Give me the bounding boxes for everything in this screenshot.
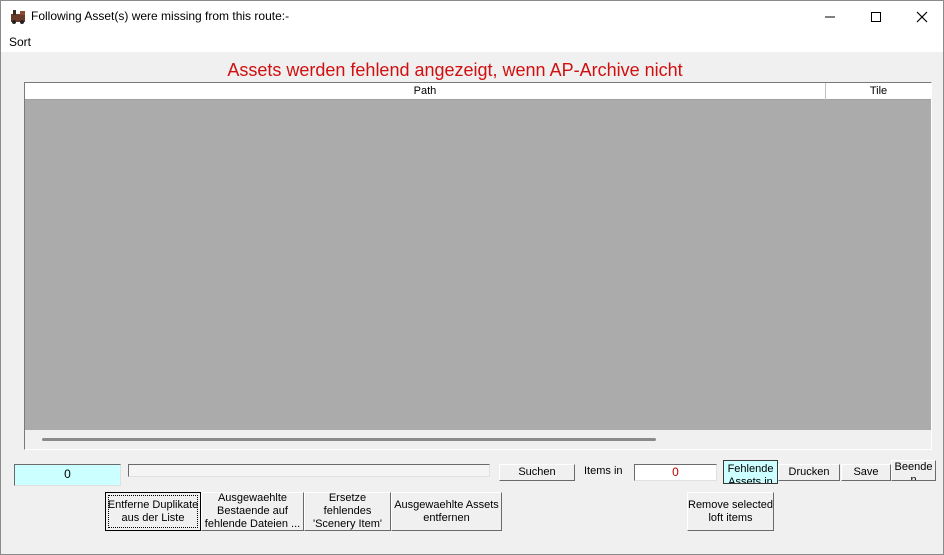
close-button[interactable] bbox=[899, 1, 943, 32]
remove-selected-assets-label: Ausgewaehlte Assets entfernen bbox=[394, 498, 499, 524]
save-button-label: Save bbox=[853, 466, 879, 478]
items-in-label: Items in ... bbox=[584, 465, 623, 483]
client-area: Assets werden fehlend angezeigt, wenn AP… bbox=[1, 52, 943, 554]
items-count-field: 0 bbox=[634, 464, 717, 481]
close-icon bbox=[916, 11, 928, 22]
maximize-button[interactable] bbox=[853, 1, 899, 32]
menu-bar: Sort bbox=[1, 32, 943, 52]
remove-duplicates-label: Entferne Duplikate aus der Liste bbox=[107, 498, 199, 524]
title-bar: Following Asset(s) were missing from thi… bbox=[1, 1, 943, 32]
train-icon bbox=[11, 10, 25, 24]
exit-button-label: Beende n bbox=[894, 461, 933, 481]
missing-assets-list[interactable]: Path Tile bbox=[24, 82, 932, 450]
save-button[interactable]: Save bbox=[841, 464, 891, 481]
column-header-tile[interactable]: Tile bbox=[826, 83, 931, 100]
replace-scenery-item-button[interactable]: Ersetze fehlendes 'Scenery Item' bbox=[304, 492, 391, 531]
maximize-icon bbox=[871, 11, 881, 22]
print-button-label: Drucken bbox=[788, 466, 830, 478]
remove-selected-assets-button[interactable]: Ausgewaehlte Assets entfernen bbox=[391, 492, 502, 531]
list-header: Path Tile bbox=[25, 83, 931, 100]
minimize-button[interactable] bbox=[807, 1, 853, 32]
missing-assets-in-button[interactable]: Fehlende Assets in bbox=[723, 460, 778, 484]
scrollbar-thumb[interactable] bbox=[42, 438, 656, 441]
remove-duplicates-button[interactable]: Entferne Duplikate aus der Liste bbox=[105, 492, 201, 531]
remove-loft-items-button[interactable]: Remove selected loft items bbox=[687, 492, 774, 531]
horizontal-scrollbar[interactable] bbox=[25, 430, 931, 449]
missing-assets-window: Following Asset(s) were missing from thi… bbox=[0, 0, 944, 555]
count-field: 0 bbox=[14, 464, 121, 486]
search-button-label: Suchen bbox=[518, 466, 556, 478]
window-title: Following Asset(s) were missing from thi… bbox=[31, 9, 290, 23]
column-header-path[interactable]: Path bbox=[25, 83, 826, 100]
search-button[interactable]: Suchen bbox=[499, 464, 575, 481]
missing-assets-in-label: Fehlende Assets in bbox=[727, 463, 774, 484]
exit-button[interactable]: Beende n bbox=[891, 460, 936, 481]
menu-sort[interactable]: Sort bbox=[9, 35, 31, 49]
mark-existing-label: Ausgewaehlte Bestaende auf fehlende Date… bbox=[204, 492, 301, 530]
search-progress-bar bbox=[128, 464, 490, 477]
print-button[interactable]: Drucken bbox=[778, 464, 840, 481]
page-heading: Assets werden fehlend angezeigt, wenn AP… bbox=[227, 60, 683, 80]
replace-scenery-item-label: Ersetze fehlendes 'Scenery Item' bbox=[312, 492, 382, 530]
remove-loft-items-label: Remove selected loft items bbox=[688, 498, 773, 524]
minimize-icon bbox=[825, 16, 835, 17]
mark-existing-button[interactable]: Ausgewaehlte Bestaende auf fehlende Date… bbox=[201, 492, 304, 531]
